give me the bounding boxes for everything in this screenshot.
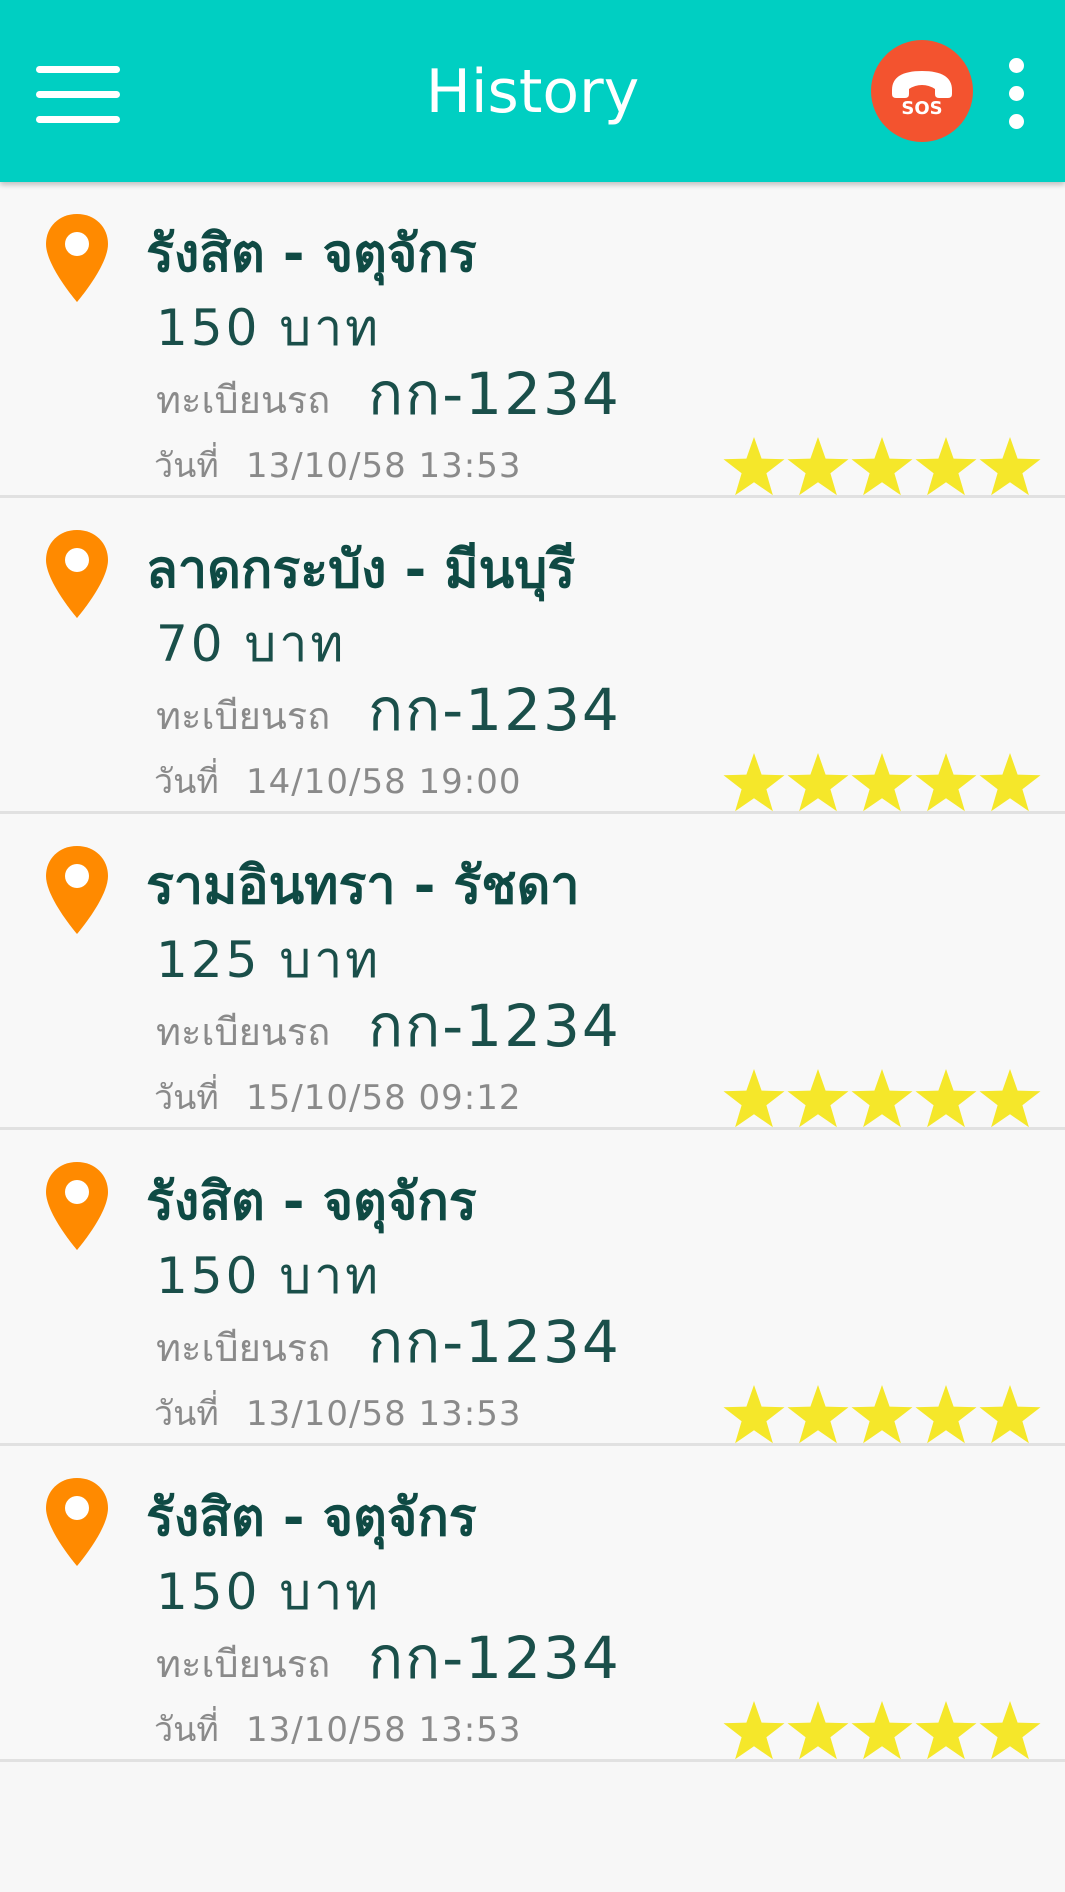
route-text: รังสิต - จตุจักร — [146, 1172, 477, 1232]
star-icon — [787, 437, 849, 496]
star-icon — [851, 753, 913, 812]
date-label: วันที่ — [154, 1078, 219, 1118]
date-value: 13/10/58 13:53 — [246, 1394, 522, 1434]
star-rating — [722, 1384, 1042, 1448]
sos-button[interactable]: SOS — [871, 40, 973, 142]
history-item[interactable]: ลาดกระบัง - มีนบุรี 70 บาท ทะเบียนรถ กก-… — [0, 498, 1065, 814]
history-item[interactable]: รังสิต - จตุจักร 150 บาท ทะเบียนรถ กก-12… — [0, 182, 1065, 498]
fare-text: 125 บาท — [156, 931, 382, 989]
plate-number: กก-1234 — [368, 676, 621, 744]
date-label: วันที่ — [154, 1394, 219, 1434]
plate-number: กก-1234 — [368, 360, 621, 428]
fare-text: 70 บาท — [156, 615, 347, 673]
history-item[interactable]: รามอินทรา - รัชดา 125 บาท ทะเบียนรถ กก-1… — [0, 814, 1065, 1130]
star-icon — [915, 437, 977, 496]
star-icon — [851, 1385, 913, 1444]
date-value: 13/10/58 13:53 — [246, 1710, 522, 1750]
star-icon — [787, 1069, 849, 1128]
plate-label: ทะเบียนรถ — [156, 694, 331, 738]
star-icon — [723, 1069, 785, 1128]
route-text: ลาดกระบัง - มีนบุรี — [146, 540, 576, 600]
star-icon — [979, 1069, 1041, 1128]
location-pin-icon — [46, 530, 108, 618]
phone-sos-icon: SOS — [892, 71, 952, 119]
star-icon — [979, 437, 1041, 496]
date-label: วันที่ — [154, 446, 219, 486]
more-vertical-icon — [1009, 114, 1024, 129]
plate-number: กก-1234 — [368, 1308, 621, 1376]
star-icon — [979, 1385, 1041, 1444]
location-pin-icon — [46, 1478, 108, 1566]
star-icon — [851, 1069, 913, 1128]
more-vertical-icon — [1009, 58, 1024, 73]
star-rating — [722, 1068, 1042, 1132]
overflow-menu-button[interactable] — [1000, 58, 1034, 129]
route-text: รังสิต - จตุจักร — [146, 1488, 477, 1548]
star-icon — [723, 1385, 785, 1444]
fare-text: 150 บาท — [156, 1563, 382, 1621]
star-icon — [915, 753, 977, 812]
star-rating — [722, 752, 1042, 816]
history-item[interactable]: รังสิต - จตุจักร 150 บาท ทะเบียนรถ กก-12… — [0, 1446, 1065, 1762]
plate-label: ทะเบียนรถ — [156, 1010, 331, 1054]
star-icon — [851, 437, 913, 496]
star-icon — [787, 753, 849, 812]
location-pin-icon — [46, 846, 108, 934]
app-bar: History SOS — [0, 0, 1065, 182]
star-icon — [787, 1385, 849, 1444]
star-icon — [723, 753, 785, 812]
route-text: รังสิต - จตุจักร — [146, 224, 477, 284]
plate-number: กก-1234 — [368, 1624, 621, 1692]
date-label: วันที่ — [154, 762, 219, 802]
star-icon — [723, 437, 785, 496]
date-value: 13/10/58 13:53 — [246, 446, 522, 486]
star-icon — [915, 1385, 977, 1444]
location-pin-icon — [46, 214, 108, 302]
location-pin-icon — [46, 1162, 108, 1250]
history-item[interactable]: รังสิต - จตุจักร 150 บาท ทะเบียนรถ กก-12… — [0, 1130, 1065, 1446]
star-rating — [722, 436, 1042, 500]
date-label: วันที่ — [154, 1710, 219, 1750]
star-icon — [787, 1701, 849, 1760]
date-value: 14/10/58 19:00 — [246, 762, 522, 802]
sos-label: SOS — [901, 98, 942, 119]
star-icon — [851, 1701, 913, 1760]
plate-number: กก-1234 — [368, 992, 621, 1060]
fare-text: 150 บาท — [156, 1247, 382, 1305]
plate-label: ทะเบียนรถ — [156, 1642, 331, 1686]
star-icon — [915, 1069, 977, 1128]
more-vertical-icon — [1009, 86, 1024, 101]
plate-label: ทะเบียนรถ — [156, 378, 331, 422]
route-text: รามอินทรา - รัชดา — [146, 856, 580, 916]
history-list: รังสิต - จตุจักร 150 บาท ทะเบียนรถ กก-12… — [0, 182, 1065, 1762]
star-rating — [722, 1700, 1042, 1764]
plate-label: ทะเบียนรถ — [156, 1326, 331, 1370]
star-icon — [979, 753, 1041, 812]
date-value: 15/10/58 09:12 — [246, 1078, 522, 1118]
star-icon — [979, 1701, 1041, 1760]
fare-text: 150 บาท — [156, 299, 382, 357]
star-icon — [915, 1701, 977, 1760]
star-icon — [723, 1701, 785, 1760]
